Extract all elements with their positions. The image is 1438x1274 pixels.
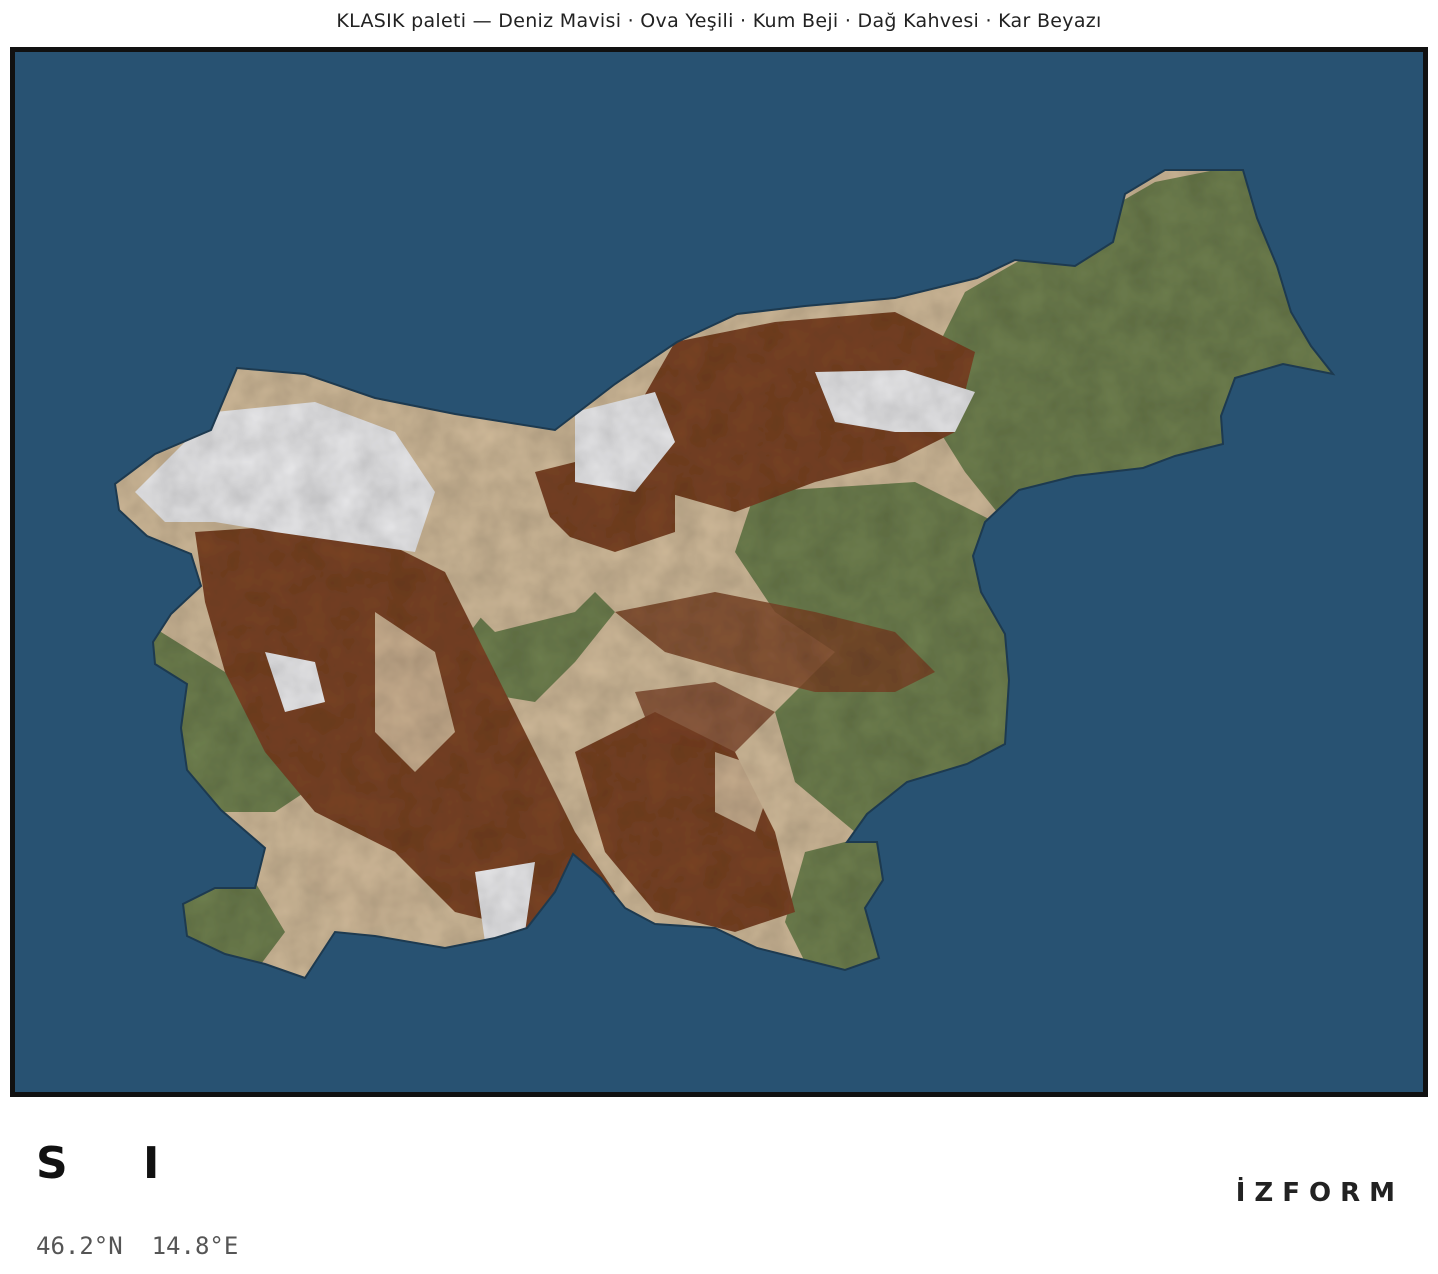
palette-caption: KLASIK paleti — Deniz Mavisi · Ova Yeşil… xyxy=(336,10,1102,32)
country-terrain xyxy=(115,170,1333,978)
brand-logo-text: İZFORM xyxy=(1235,1178,1404,1208)
coordinates-label: 46.2°N 14.8°E xyxy=(36,1232,239,1260)
relief-map xyxy=(113,169,1336,980)
country-code-label: S I xyxy=(36,1138,190,1189)
map-frame xyxy=(10,47,1428,1097)
